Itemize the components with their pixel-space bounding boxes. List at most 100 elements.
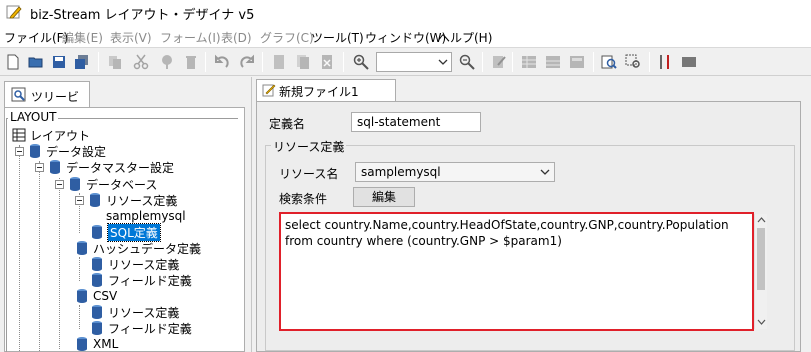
menu-help[interactable]: ヘルプ(H): [438, 29, 492, 46]
scrollbar-thumb[interactable]: [757, 228, 765, 290]
tree-item-hash-data[interactable]: ハッシュデータ定義: [75, 240, 201, 256]
new-file-icon[interactable]: [4, 53, 22, 71]
editor-panel: 新規ファイル1 [v5.0.0] 定義名 sql-statement リソース定…: [253, 77, 811, 352]
undo-icon[interactable]: [213, 53, 231, 71]
tree-item-hash-resource[interactable]: リソース定義: [90, 256, 179, 272]
database-icon: [92, 305, 102, 319]
window-title: biz-Stream レイアウト・デザイナ v5: [30, 8, 255, 23]
toolbar-separator: [649, 52, 650, 72]
tree-item-samplemysql[interactable]: samplemysql: [106, 208, 186, 224]
edit-file-icon: [262, 84, 276, 97]
zoom-in-icon[interactable]: [352, 53, 370, 71]
open-folder-icon[interactable]: [27, 53, 45, 71]
collapse-toggle[interactable]: [15, 146, 24, 156]
database-icon: [77, 289, 87, 303]
edit-button[interactable]: 編集: [353, 187, 415, 207]
scroll-up-icon[interactable]: [757, 216, 766, 224]
menu-tools[interactable]: ツール(T): [311, 29, 364, 46]
tree-item-layout[interactable]: レイアウト: [12, 127, 90, 143]
database-icon: [92, 273, 102, 287]
database-icon: [90, 193, 100, 207]
menu-bar: ファイル(F) 編集(E) 表示(V) フォーム(I) 表(D) グラフ(C) …: [0, 26, 811, 48]
table-col-icon[interactable]: [568, 53, 586, 71]
database-icon: [92, 257, 102, 271]
tree-item-data-master[interactable]: データマスター設定: [35, 159, 174, 175]
toolbar: [0, 48, 811, 76]
menu-edit[interactable]: 編集(E): [62, 29, 103, 46]
menu-window[interactable]: ウィンドウ(W): [365, 29, 446, 46]
tree-item-csv-field[interactable]: フィールド定義: [90, 320, 192, 336]
scroll-down-icon[interactable]: [757, 318, 766, 326]
toolbar-separator: [343, 52, 344, 72]
database-icon: [70, 177, 80, 191]
database-icon: [92, 321, 102, 335]
resource-name-value: samplemysql: [361, 165, 441, 179]
menu-graph[interactable]: グラフ(C): [260, 29, 314, 46]
tree-item-hash-field[interactable]: フィールド定義: [90, 272, 192, 288]
toolbar-separator: [482, 52, 483, 72]
preview-icon[interactable]: [600, 53, 618, 71]
menu-view[interactable]: 表示(V): [110, 29, 152, 46]
redo-icon[interactable]: [238, 53, 256, 71]
tree-item-resource-def[interactable]: リソース定義: [75, 192, 177, 208]
collapse-toggle[interactable]: [75, 195, 84, 205]
chevron-down-icon: [540, 169, 550, 175]
app-pencil-icon: [6, 5, 22, 19]
definition-name-label: 定義名: [269, 117, 306, 131]
collapse-toggle[interactable]: [55, 179, 64, 189]
sql-text-area[interactable]: select country.Name,country.HeadOfState,…: [279, 212, 754, 331]
edit-page-icon[interactable]: [490, 53, 508, 71]
cut-icon[interactable]: [132, 53, 150, 71]
tree-item-database[interactable]: データベース: [55, 176, 157, 192]
page-copy-icon[interactable]: [294, 53, 312, 71]
database-icon: [77, 337, 87, 351]
toolbar-separator: [593, 52, 594, 72]
layout-group-label: LAYOUT: [8, 110, 59, 124]
paste-icon[interactable]: [158, 53, 176, 71]
resource-name-label: リソース名: [279, 167, 339, 181]
tree-item-xml[interactable]: XML: [75, 336, 118, 352]
save-icon[interactable]: [50, 53, 68, 71]
toolbar-separator: [205, 52, 206, 72]
database-icon: [92, 225, 102, 239]
collapse-toggle[interactable]: [35, 162, 44, 172]
copy-icon[interactable]: [106, 53, 124, 71]
database-icon: [50, 160, 60, 174]
menu-form[interactable]: フォーム(I): [160, 29, 221, 46]
table-icon[interactable]: [520, 53, 538, 71]
settings-icon[interactable]: [680, 53, 698, 71]
sql-scrollbar[interactable]: [754, 214, 767, 329]
menu-file[interactable]: ファイル(F): [4, 29, 68, 46]
database-icon: [77, 241, 87, 255]
tree-item-csv[interactable]: CSV: [75, 288, 117, 304]
menu-table[interactable]: 表(D): [221, 29, 252, 46]
sql-definition-form: 定義名 sql-statement リソース定義 リソース名 samplemys…: [256, 101, 801, 352]
definition-name-field[interactable]: sql-statement: [351, 112, 481, 132]
resource-name-select[interactable]: samplemysql: [355, 162, 555, 182]
layout-icon: [12, 128, 26, 142]
grid-preview-icon[interactable]: [624, 53, 642, 71]
tab-tree-view[interactable]: ツリービュー: [4, 81, 90, 121]
tree-item-sql-def[interactable]: SQL定義: [90, 222, 161, 242]
toolbar-separator: [512, 52, 513, 72]
tree-item-data-settings[interactable]: データ設定: [15, 143, 106, 159]
title-bar: biz-Stream レイアウト・デザイナ v5: [0, 0, 811, 26]
tools-icon[interactable]: [656, 53, 674, 71]
search-condition-label: 検索条件: [279, 192, 328, 206]
tree-item-csv-resource[interactable]: リソース定義: [90, 304, 179, 320]
toolbar-separator: [98, 52, 99, 72]
delete-icon[interactable]: [182, 53, 200, 71]
database-icon: [30, 144, 40, 158]
tab-new-file[interactable]: 新規ファイル1 [v5.0.0]: [256, 79, 396, 114]
table-row-icon[interactable]: [544, 53, 562, 71]
save-all-icon[interactable]: [73, 53, 91, 71]
resource-group-label: リソース定義: [271, 138, 347, 155]
page-delete-icon[interactable]: [318, 53, 336, 71]
sql-text: select country.Name,country.HeadOfState,…: [285, 218, 729, 248]
zoom-select[interactable]: [376, 52, 452, 72]
tree-view-panel: ツリービュー LAYOUT レイアウト データ設定 データマスター設定 データベ…: [0, 77, 252, 352]
zoom-out-icon[interactable]: [458, 53, 476, 71]
toolbar-separator: [262, 52, 263, 72]
page-icon[interactable]: [270, 53, 288, 71]
chevron-down-icon[interactable]: [434, 53, 451, 71]
